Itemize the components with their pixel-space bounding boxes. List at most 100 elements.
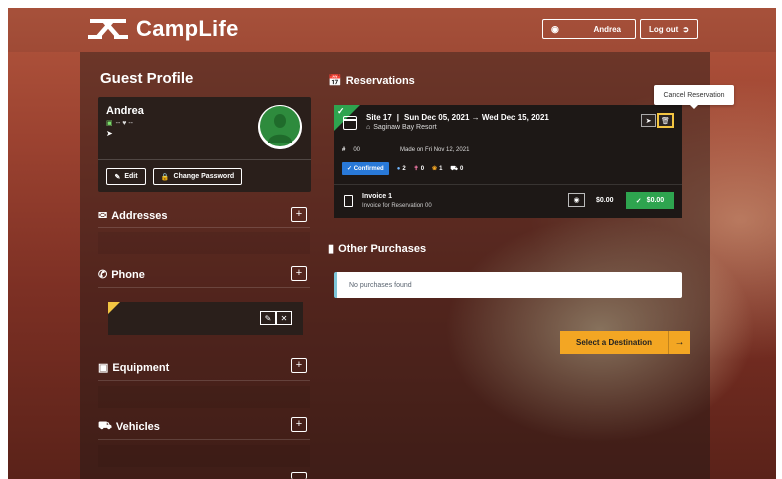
logout-button[interactable]: Log out ➲	[640, 19, 698, 39]
add-address-button[interactable]: +	[291, 207, 307, 222]
person-avatar-icon	[258, 105, 302, 149]
home-icon: ⌂	[366, 124, 371, 131]
send-reservation-button[interactable]: ➤	[641, 114, 656, 127]
vehicles-list	[98, 445, 310, 467]
paid-amount-badge[interactable]: ✓ $0.00	[626, 192, 674, 209]
vehicles-section-title: ⛟ Vehicles	[98, 420, 160, 434]
other-purchases-title: ▮ Other Purchases	[328, 242, 427, 256]
view-invoice-button[interactable]: ◉	[568, 193, 585, 207]
separator: |	[396, 113, 400, 122]
vehicles-divider	[98, 439, 310, 440]
reservation-meta: # 00 Made on Fri Nov 12, 2021	[342, 147, 469, 153]
lock-icon: 🔒	[160, 173, 170, 181]
reservation-number: 00	[353, 147, 361, 153]
rv-icon: ▣	[98, 362, 109, 374]
calendar-icon: 📅	[328, 75, 342, 87]
other-purchases-label: Other Purchases	[338, 242, 427, 255]
made-on: Made on Fri Nov 12, 2021	[400, 147, 470, 153]
resort-name: Saginaw Bay Resort	[373, 124, 437, 131]
phone-icon: ✆	[98, 269, 108, 281]
delete-phone-button[interactable]: ✕	[276, 311, 292, 325]
calendar-icon	[343, 116, 357, 130]
profile-details: ▣ -- ♥ --	[106, 119, 133, 128]
document-icon	[344, 195, 353, 207]
file-icon: ▮	[328, 243, 335, 255]
user-name: Andrea	[593, 24, 621, 34]
phone-section-title: ✆ Phone	[98, 268, 145, 282]
envelope-icon: ✉	[98, 210, 108, 222]
window-frame-left	[0, 0, 8, 479]
status-badge: ✓ Confirmed	[342, 162, 389, 175]
hash-icon: #	[342, 147, 346, 153]
change-password-button[interactable]: 🔒 Change Password	[153, 168, 242, 185]
addresses-label: Addresses	[111, 209, 168, 222]
addresses-divider	[98, 227, 310, 228]
user-icon: ◉	[551, 23, 559, 34]
phone-divider	[98, 287, 310, 288]
reservation-divider	[334, 184, 682, 185]
cancel-reservation-button[interactable]: 🗑	[657, 113, 674, 128]
vehicles-count: ⛟ 0	[450, 165, 464, 172]
family-icon: ▣	[106, 120, 113, 127]
profile-card: Andrea ▣ -- ♥ -- ➤ ✎ Edit 🔒 Change Passw…	[98, 97, 311, 192]
reservations-title: 📅 Reservations	[328, 74, 415, 88]
avatar	[258, 105, 302, 149]
brand-logo[interactable]: CampLife	[88, 16, 239, 42]
reservation-card[interactable]: ✓ Site 17 | Sun Dec 05, 2021 → Wed Dec 1…	[334, 105, 682, 218]
car-icon: ⛟	[450, 165, 458, 172]
children-count: ✝ 0	[413, 165, 425, 173]
phone-label: Phone	[111, 268, 145, 281]
resort-line: ⌂ Saginaw Bay Resort	[366, 124, 437, 131]
tent-logo-icon	[88, 19, 128, 39]
paw-icon: ❀	[432, 166, 438, 172]
equipment-label: Equipment	[112, 361, 170, 374]
addresses-list	[98, 232, 310, 254]
edit-label: Edit	[124, 173, 138, 180]
paid-amount: $0.00	[646, 197, 665, 204]
equipment-list	[98, 386, 310, 408]
add-equipment-button[interactable]: +	[291, 358, 307, 373]
profile-divider	[98, 159, 311, 160]
window-frame-right	[776, 0, 782, 479]
cancel-reservation-tooltip: Cancel Reservation	[654, 85, 734, 109]
invoice-subtitle: Invoice for Reservation 00	[362, 203, 432, 209]
primary-flag-icon	[108, 302, 120, 314]
add-vehicle-button[interactable]: +	[291, 417, 307, 432]
eye-icon: ◉	[573, 197, 580, 204]
sign-out-icon: ➲	[682, 24, 690, 34]
child-icon: ✝	[413, 166, 419, 172]
addresses-section-title: ✉ Addresses	[98, 209, 168, 223]
pets-count: ❀ 1	[432, 165, 443, 173]
user-menu-button[interactable]: ◉ Andrea	[542, 19, 636, 39]
reservation-actions: ➤ 🗑	[641, 113, 674, 128]
guest-profile-title: Guest Profile	[100, 70, 194, 87]
add-more-button[interactable]	[291, 472, 307, 479]
adult-icon: ●	[396, 165, 401, 172]
send-icon: ➤	[106, 129, 113, 138]
select-destination-label: Select a Destination	[575, 338, 653, 347]
site-label: Site 17	[366, 113, 392, 122]
edit-phone-button[interactable]: ✎	[260, 311, 276, 325]
edit-profile-button[interactable]: ✎ Edit	[106, 168, 146, 185]
brand-name: CampLife	[136, 16, 239, 41]
no-purchases-message: No purchases found	[334, 272, 682, 298]
window-frame-top	[0, 0, 782, 8]
reservation-badges: ✓ Confirmed ● 2 ✝ 0 ❀ 1 ⛟ 0	[342, 162, 463, 175]
select-destination-button[interactable]: Select a Destination →	[560, 331, 690, 354]
phone-actions: ✎ ✕	[260, 311, 292, 325]
vehicles-label: Vehicles	[115, 421, 160, 433]
profile-name: Andrea	[106, 105, 144, 117]
invoice-title: Invoice 1	[362, 193, 392, 200]
profile-details-text: -- ♥ --	[115, 119, 133, 127]
edit-icon: ✎	[114, 173, 121, 181]
car-icon: ⛟	[98, 420, 112, 432]
equipment-section-title: ▣ Equipment	[98, 361, 170, 375]
reservations-label: Reservations	[345, 74, 415, 87]
add-phone-button[interactable]: +	[291, 266, 307, 281]
logout-label: Log out	[648, 24, 679, 34]
adults-count: ● 2	[396, 165, 406, 172]
invoice-amount: $0.00	[596, 197, 614, 204]
reservation-summary: Site 17 | Sun Dec 05, 2021 → Wed Dec 15,…	[366, 113, 549, 122]
arrow-right-icon: →	[668, 331, 690, 354]
phone-entry-card: ✎ ✕	[108, 302, 303, 335]
